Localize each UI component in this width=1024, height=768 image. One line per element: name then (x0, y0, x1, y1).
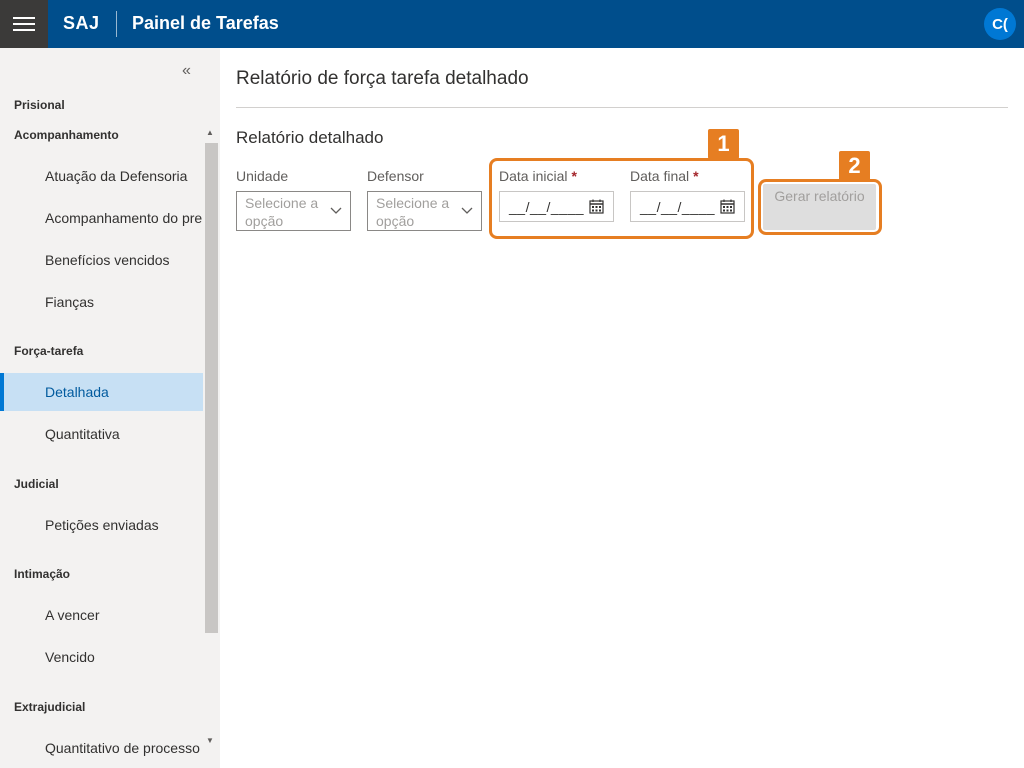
nav-group-acompanhamento: Acompanhamento (14, 128, 119, 142)
app-title: Painel de Tarefas (132, 13, 279, 33)
nav-group-forca-tarefa: Força-tarefa (14, 344, 84, 358)
data-inicial-label-text: Data inicial (499, 168, 568, 184)
annotation-badge-2: 2 (839, 151, 870, 181)
nav-group-judicial: Judicial (14, 477, 59, 491)
required-mark: * (693, 168, 699, 184)
data-final-input[interactable]: __/__/____ (630, 191, 745, 222)
data-inicial-input[interactable]: __/__/____ (499, 191, 614, 222)
sidebar-item-vencido[interactable]: Vencido (0, 638, 203, 676)
sidebar-item-acompanhamento-pre[interactable]: Acompanhamento do pre (0, 199, 203, 237)
sidebar-item-beneficios[interactable]: Benefícios vencidos (0, 241, 203, 279)
nav-group-extrajudicial: Extrajudicial (14, 700, 86, 714)
chevron-down-icon (461, 207, 473, 214)
unidade-placeholder: Selecione a opção (245, 195, 319, 229)
calendar-icon[interactable] (589, 199, 604, 214)
scroll-down-arrow-icon[interactable]: ▼ (206, 736, 214, 745)
page-title: Relatório de força tarefa detalhado (236, 68, 529, 89)
data-inicial-mask: __/__/____ (509, 199, 585, 215)
sidebar-item-fiancas[interactable]: Fianças (0, 283, 203, 321)
data-final-mask: __/__/____ (640, 199, 716, 215)
defensor-placeholder: Selecione a opção (376, 195, 450, 229)
scroll-up-arrow-icon[interactable]: ▲ (206, 128, 214, 137)
data-final-label: Data final * (630, 168, 699, 184)
sidebar-item-peticoes[interactable]: Petições enviadas (0, 506, 203, 544)
sidebar-item-atuacao[interactable]: Atuação da Defensoria (0, 157, 203, 195)
brand-logo[interactable]: SAJ (63, 13, 100, 34)
chevron-down-icon (330, 207, 342, 214)
generate-report-button[interactable]: Gerar relatório (763, 184, 876, 230)
sidebar-item-quantitativo-processo[interactable]: Quantitativo de processo (0, 729, 203, 767)
sidebar-item-detalhada[interactable]: Detalhada (0, 373, 203, 411)
required-mark: * (571, 168, 577, 184)
sidebar-item-a-vencer[interactable]: A vencer (0, 596, 203, 634)
top-bar: SAJ Painel de Tarefas C( (0, 0, 1024, 48)
title-divider (236, 107, 1008, 108)
collapse-sidebar-icon[interactable]: « (182, 62, 191, 80)
unidade-label: Unidade (236, 168, 289, 184)
defensor-label: Defensor (367, 168, 424, 184)
nav-group-prisional: Prisional (14, 98, 65, 112)
defensor-select[interactable]: Selecione a opção (367, 191, 482, 231)
calendar-icon[interactable] (720, 199, 735, 214)
data-final-label-text: Data final (630, 168, 690, 184)
header-divider (116, 11, 117, 37)
sidebar: « Prisional Acompanhamento Atuação da De… (0, 48, 220, 768)
hamburger-menu-icon[interactable] (0, 0, 48, 48)
sidebar-item-quantitativa[interactable]: Quantitativa (0, 415, 203, 453)
section-title: Relatório detalhado (236, 128, 384, 147)
unidade-select[interactable]: Selecione a opção (236, 191, 351, 231)
user-avatar[interactable]: C( (984, 8, 1016, 40)
nav-group-intimacao: Intimação (14, 567, 71, 581)
data-inicial-label: Data inicial * (499, 168, 577, 184)
sidebar-scrollbar-thumb[interactable] (205, 143, 218, 633)
annotation-badge-1: 1 (708, 129, 739, 159)
